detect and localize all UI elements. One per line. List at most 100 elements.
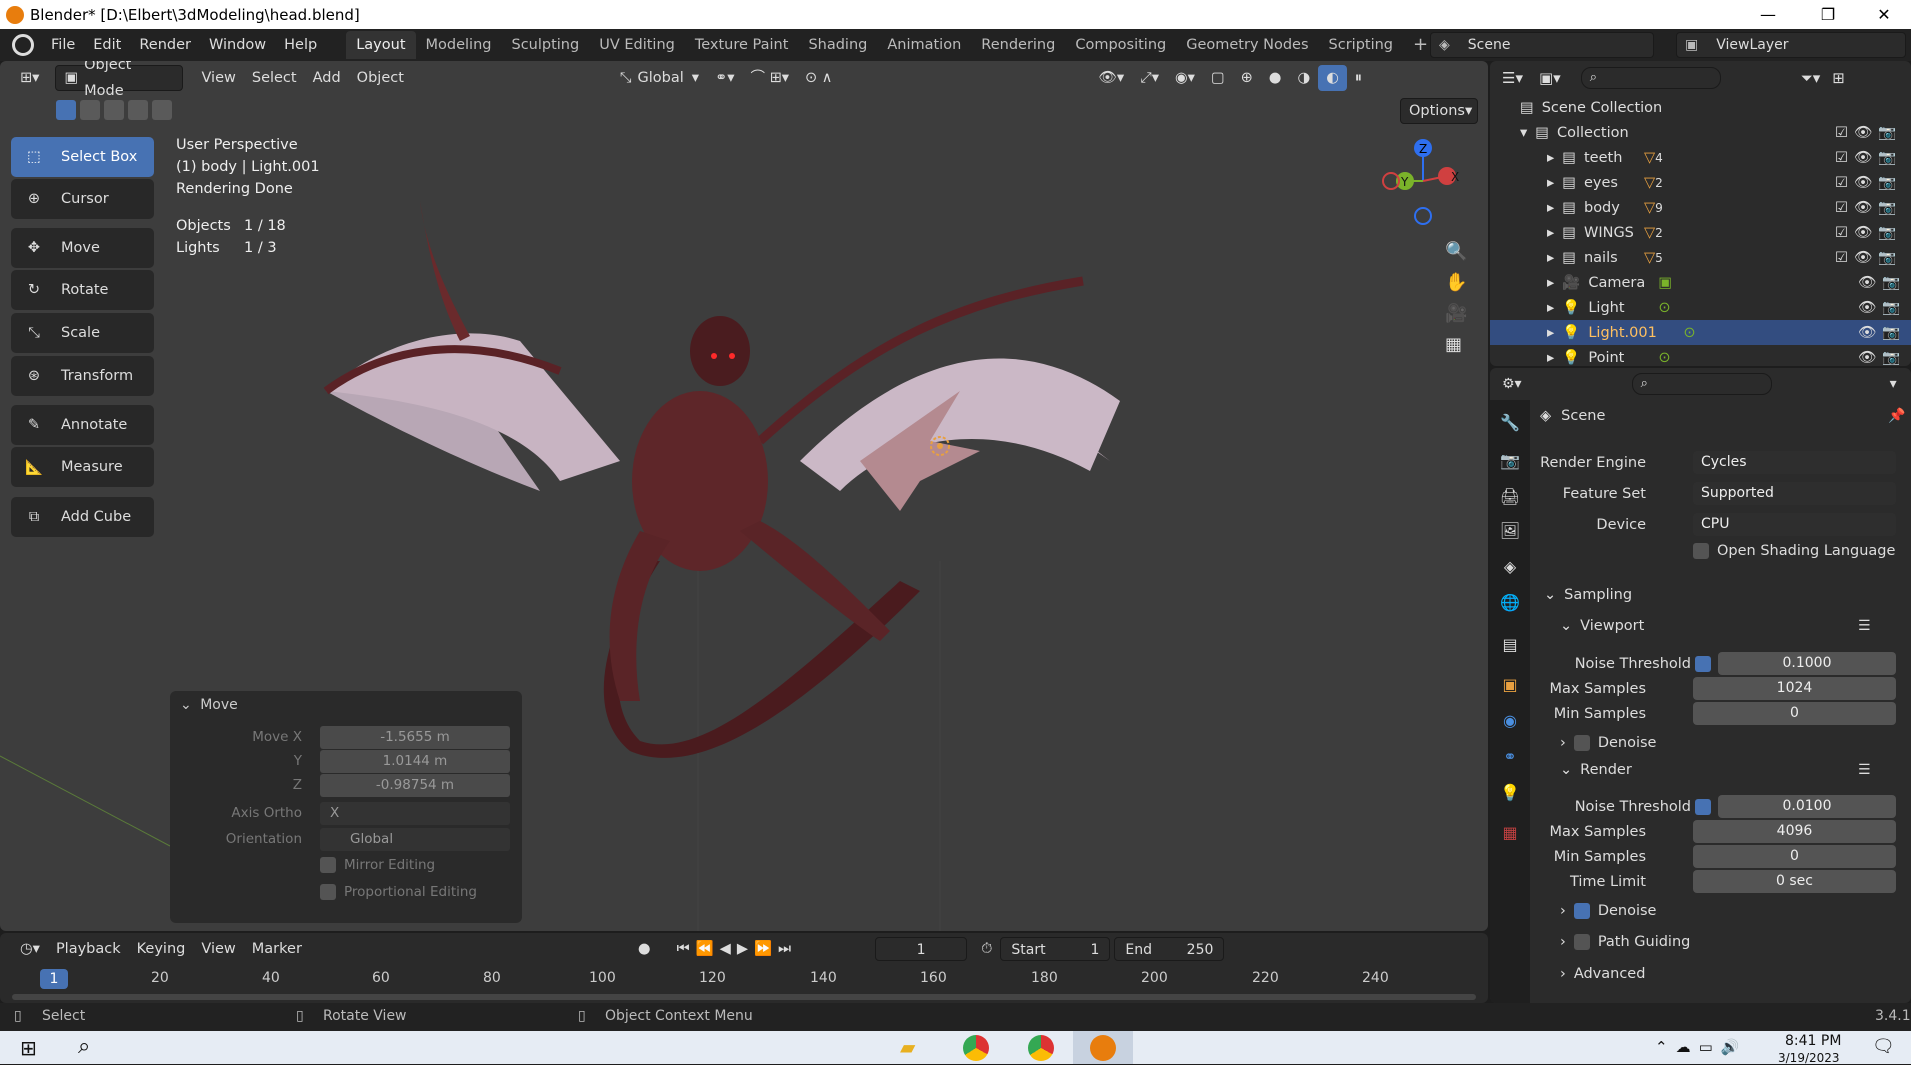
chrome-icon[interactable] bbox=[1028, 1035, 1054, 1061]
axis-ortho-dropdown[interactable]: X bbox=[320, 801, 510, 825]
tab-sculpting[interactable]: Sculpting bbox=[501, 31, 589, 59]
navigation-gizmo[interactable]: Z X Y bbox=[1375, 136, 1465, 226]
scene-selector[interactable]: ◈ Scene bbox=[1430, 32, 1654, 58]
outliner-item-light-001[interactable]: ▸ 💡 Light.001 ⊙ 👁📷 bbox=[1490, 320, 1911, 345]
tool-annotate[interactable]: ✎ Annotate bbox=[11, 405, 154, 445]
search-icon[interactable]: ⌕ bbox=[78, 1034, 90, 1059]
osl-checkbox[interactable] bbox=[1693, 543, 1709, 559]
shading-solid-icon[interactable]: ● bbox=[1261, 65, 1290, 91]
system-tray-icons[interactable]: ⌃☁▭🔊 bbox=[1655, 1038, 1747, 1056]
render-engine-dropdown[interactable]: Cycles bbox=[1693, 451, 1896, 474]
select-extend-icon[interactable] bbox=[80, 100, 100, 120]
row-toggles[interactable]: ☑👁📷 bbox=[1835, 199, 1902, 216]
r-denoise-header[interactable]: › Denoise bbox=[1560, 903, 1656, 919]
render-subpanel-header[interactable]: ⌄ Render bbox=[1560, 762, 1632, 778]
properties-search-input[interactable]: ⌕ bbox=[1631, 373, 1772, 395]
outliner-item-light[interactable]: ▸ 💡 Light ⊙ 👁📷 bbox=[1490, 295, 1911, 320]
menu-window[interactable]: Window bbox=[200, 37, 275, 53]
start-frame-field[interactable]: Start 1 bbox=[1000, 937, 1111, 961]
pan-hand-icon[interactable]: ✋ bbox=[1445, 272, 1467, 293]
row-toggles[interactable]: 👁📷 bbox=[1858, 299, 1906, 316]
orientation-selector[interactable]: ⤡ Global ▾ bbox=[612, 65, 707, 91]
select-intersect-icon[interactable] bbox=[152, 100, 172, 120]
tab-rendering[interactable]: Rendering bbox=[971, 31, 1065, 59]
row-toggles[interactable]: ☑👁📷 bbox=[1835, 174, 1902, 191]
blender-taskbar-button[interactable] bbox=[1073, 1031, 1133, 1064]
3d-viewport[interactable]: ⊞▾ ▣ Object Mode View Select Add Object … bbox=[0, 61, 1488, 931]
playback-controls[interactable]: ⏮⏪◀▶⏩⏭ bbox=[669, 936, 806, 962]
timeline-scrollbar[interactable] bbox=[12, 994, 1476, 1000]
presets-list-icon[interactable]: ☰ bbox=[1858, 762, 1871, 778]
display-mode-icon[interactable]: ▣▾ bbox=[1539, 69, 1561, 87]
tab-shading[interactable]: Shading bbox=[798, 31, 877, 59]
path-guiding-header[interactable]: › Path Guiding bbox=[1560, 934, 1690, 950]
advanced-header[interactable]: › Advanced bbox=[1560, 966, 1645, 982]
r-time-field[interactable]: 0 sec bbox=[1693, 870, 1896, 893]
menu-keying[interactable]: Keying bbox=[129, 936, 194, 962]
gizmo-toggle-icon[interactable]: ⤢▾ bbox=[1132, 65, 1167, 91]
vp-denoise-checkbox[interactable] bbox=[1573, 735, 1590, 751]
pause-render-icon[interactable]: ⏸ bbox=[1347, 65, 1370, 91]
outliner-item-teeth[interactable]: ▸ ▤ teeth ▽ 4 ☑👁📷 bbox=[1490, 145, 1911, 170]
maximize-button[interactable]: ❐ bbox=[1800, 0, 1856, 29]
zoom-icon[interactable]: 🔍 bbox=[1445, 241, 1467, 262]
options-dropdown[interactable]: Options ▾ bbox=[1400, 98, 1478, 124]
outliner-item-wings[interactable]: ▸ ▤ WINGS ▽ 2 ☑👁📷 bbox=[1490, 220, 1911, 245]
proportional-editing-checkbox[interactable] bbox=[320, 884, 336, 900]
move-panel-header[interactable]: ⌄ Move bbox=[180, 697, 238, 713]
blender-menu-icon[interactable] bbox=[12, 34, 34, 56]
chevron-down-icon[interactable]: ▾ bbox=[1890, 376, 1897, 392]
collection-row[interactable]: ▾ ▤ Collection ☑👁📷 bbox=[1490, 120, 1911, 145]
ortho-grid-icon[interactable]: ▦ bbox=[1445, 334, 1467, 355]
menu-help[interactable]: Help bbox=[275, 37, 326, 53]
tab-uv-editing[interactable]: UV Editing bbox=[589, 31, 685, 59]
row-toggles[interactable]: ☑👁📷 bbox=[1835, 149, 1902, 166]
tab-geometry-nodes[interactable]: Geometry Nodes bbox=[1176, 31, 1318, 59]
stopwatch-icon[interactable]: ⏱ bbox=[973, 936, 1000, 962]
clock-date[interactable]: 3/19/2023 bbox=[1778, 1051, 1840, 1065]
tool-scale[interactable]: ⤡ Scale bbox=[11, 313, 154, 353]
outliner-item-body[interactable]: ▸ ▤ body ▽ 9 ☑👁📷 bbox=[1490, 195, 1911, 220]
row-toggles[interactable]: 👁📷 bbox=[1858, 324, 1906, 341]
row-toggles[interactable]: 👁📷 bbox=[1858, 349, 1906, 366]
presets-list-icon[interactable]: ☰ bbox=[1858, 618, 1871, 634]
row-toggles[interactable]: 👁📷 bbox=[1858, 274, 1906, 291]
constraints-tab-icon[interactable]: ⚭ bbox=[1498, 744, 1522, 768]
overlay-toggle-icon[interactable]: ◉▾ bbox=[1167, 65, 1203, 91]
menu-add[interactable]: Add bbox=[305, 65, 349, 91]
tool-transform[interactable]: ⊛ Transform bbox=[11, 356, 154, 396]
collection-toggles[interactable]: ☑👁📷 bbox=[1835, 124, 1902, 141]
move-x-field[interactable]: -1.5655 m bbox=[320, 725, 510, 749]
menu-view[interactable]: View bbox=[193, 65, 243, 91]
visibility-icon[interactable]: 👁▾ bbox=[1090, 65, 1132, 91]
outliner-editor-type-icon[interactable]: ☰▾ bbox=[1502, 69, 1523, 87]
properties-editor-type-icon[interactable]: ⚙▾ bbox=[1502, 376, 1522, 392]
tool-measure[interactable]: 📐 Measure bbox=[11, 447, 154, 487]
select-new-icon[interactable] bbox=[56, 100, 76, 120]
r-max-field[interactable]: 4096 bbox=[1693, 820, 1896, 843]
viewport-subpanel-header[interactable]: ⌄ Viewport bbox=[1560, 618, 1644, 634]
select-invert-icon[interactable] bbox=[128, 100, 148, 120]
vp-min-field[interactable]: 0 bbox=[1693, 702, 1896, 725]
outliner-search-input[interactable]: ⌕ bbox=[1580, 67, 1721, 89]
menu-timeline-view[interactable]: View bbox=[193, 936, 243, 962]
menu-file[interactable]: File bbox=[42, 37, 84, 53]
record-icon[interactable]: ● bbox=[630, 936, 659, 962]
menu-render[interactable]: Render bbox=[130, 37, 200, 53]
r-min-field[interactable]: 0 bbox=[1693, 845, 1896, 868]
row-toggles[interactable]: ☑👁📷 bbox=[1835, 249, 1902, 266]
shading-rendered-icon[interactable]: ◐ bbox=[1318, 65, 1347, 91]
camera-view-icon[interactable]: 🎥 bbox=[1445, 303, 1467, 324]
tool-cursor[interactable]: ⊕ Cursor bbox=[11, 179, 154, 219]
sampling-panel-header[interactable]: ⌄ Sampling bbox=[1544, 587, 1632, 603]
orientation-dropdown[interactable]: Global bbox=[320, 827, 510, 851]
clock-time[interactable]: 8:41 PM bbox=[1785, 1033, 1841, 1049]
xray-icon[interactable]: ▢ bbox=[1203, 65, 1233, 91]
outliner-item-eyes[interactable]: ▸ ▤ eyes ▽ 2 ☑👁📷 bbox=[1490, 170, 1911, 195]
menu-select[interactable]: Select bbox=[244, 65, 305, 91]
r-denoise-checkbox[interactable] bbox=[1573, 903, 1590, 919]
timeline-editor-type-icon[interactable]: ◷▾ bbox=[12, 936, 48, 962]
viewlayer-selector[interactable]: ▣ ViewLayer bbox=[1676, 32, 1906, 58]
outliner-item-nails[interactable]: ▸ ▤ nails ▽ 5 ☑👁📷 bbox=[1490, 245, 1911, 270]
tool-add-cube[interactable]: ⧉ Add Cube bbox=[11, 497, 154, 537]
